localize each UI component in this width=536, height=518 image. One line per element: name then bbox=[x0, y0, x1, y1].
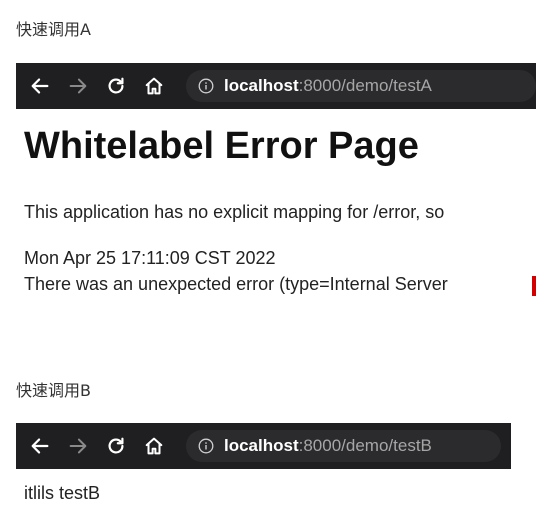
caption-b: 快速调用B bbox=[16, 381, 91, 400]
response-text: itlils testB bbox=[24, 483, 101, 503]
home-icon bbox=[145, 437, 163, 455]
back-arrow-icon bbox=[31, 438, 49, 454]
error-page: Whitelabel Error Page bbox=[16, 124, 536, 168]
error-timestamp: Mon Apr 25 17:11:09 CST 2022 bbox=[24, 248, 276, 268]
reload-icon bbox=[108, 77, 124, 94]
address-bar-b[interactable]: localhost:8000/demo/testB bbox=[186, 430, 501, 462]
back-button[interactable] bbox=[28, 434, 52, 458]
reload-button[interactable] bbox=[104, 434, 128, 458]
reload-icon bbox=[108, 437, 124, 454]
url-host: localhost bbox=[224, 76, 299, 95]
browser-toolbar-a: localhost:8000/demo/testA bbox=[16, 63, 536, 109]
home-button[interactable] bbox=[142, 434, 166, 458]
reload-button[interactable] bbox=[104, 74, 128, 98]
error-detail: There was an unexpected error (type=Inte… bbox=[24, 274, 448, 294]
back-button[interactable] bbox=[28, 74, 52, 98]
forward-arrow-icon bbox=[69, 438, 87, 454]
page-title: Whitelabel Error Page bbox=[24, 125, 419, 167]
home-button[interactable] bbox=[142, 74, 166, 98]
address-bar-a[interactable]: localhost:8000/demo/testA bbox=[186, 70, 536, 102]
text-overflow-marker bbox=[532, 276, 536, 296]
caption-a: 快速调用A bbox=[16, 20, 91, 39]
browser-toolbar-b: localhost:8000/demo/testB bbox=[16, 423, 511, 469]
back-arrow-icon bbox=[31, 78, 49, 94]
forward-button[interactable] bbox=[66, 74, 90, 98]
info-icon[interactable] bbox=[198, 78, 214, 94]
url-host: localhost bbox=[224, 436, 299, 455]
error-message: This application has no explicit mapping… bbox=[24, 202, 445, 222]
info-icon[interactable] bbox=[198, 438, 214, 454]
url-path: :8000/demo/testA bbox=[298, 76, 432, 95]
forward-arrow-icon bbox=[69, 78, 87, 94]
url-path: :8000/demo/testB bbox=[298, 436, 432, 455]
forward-button[interactable] bbox=[66, 434, 90, 458]
home-icon bbox=[145, 77, 163, 95]
